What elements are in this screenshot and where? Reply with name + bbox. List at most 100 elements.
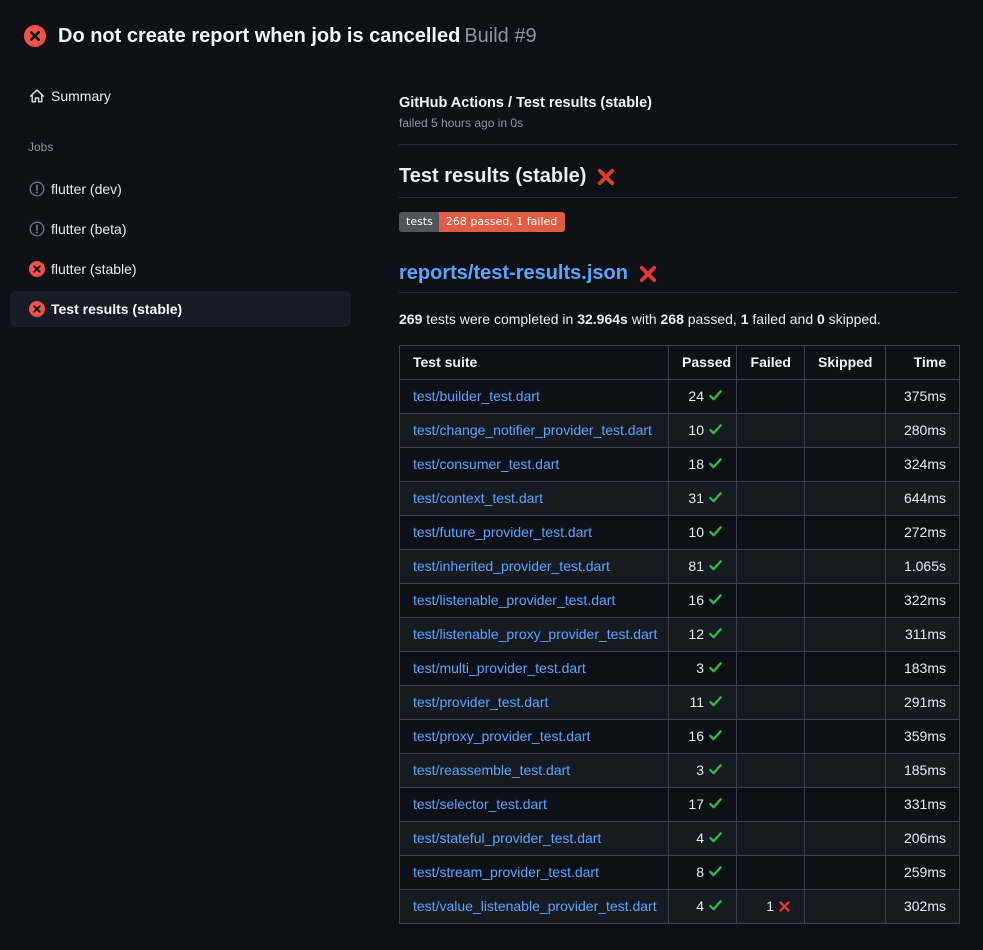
suite-cell: test/builder_test.dart [400,380,669,414]
failed-cell [737,516,805,550]
sidebar-item-test-results-stable[interactable]: Test results (stable) [10,291,351,327]
check-icon [708,456,723,471]
column-header-test-suite: Test suite [400,346,669,380]
suite-link[interactable]: test/listenable_provider_test.dart [413,592,615,608]
suite-link[interactable]: test/listenable_proxy_provider_test.dart [413,626,657,642]
suite-link[interactable]: test/value_listenable_provider_test.dart [413,898,657,914]
failed-cell [737,856,805,890]
suite-link[interactable]: test/consumer_test.dart [413,456,559,472]
sidebar-item-summary[interactable]: Summary [10,78,351,114]
skipped-cell [805,686,886,720]
passed-cell: 10 [669,516,737,550]
time-cell: 322ms [886,584,960,618]
column-header-skipped: Skipped [805,346,886,380]
suite-cell: test/provider_test.dart [400,686,669,720]
failed-circle-icon [24,25,46,47]
passed-cell: 4 [669,890,737,924]
results-table-body: test/builder_test.dart 24 375ms test/cha… [400,380,960,924]
suite-cell: test/stream_provider_test.dart [400,856,669,890]
time-cell: 272ms [886,516,960,550]
skipped-cell [805,482,886,516]
failed-circle-icon [29,301,45,317]
suite-link[interactable]: test/inherited_provider_test.dart [413,558,610,574]
suite-cell: test/future_provider_test.dart [400,516,669,550]
failed-cell: 1 [737,890,805,924]
suite-link[interactable]: test/future_provider_test.dart [413,524,592,540]
time-cell: 259ms [886,856,960,890]
check-icon [708,422,723,437]
passed-cell: 3 [669,652,737,686]
time-cell: 302ms [886,890,960,924]
suite-link[interactable]: test/provider_test.dart [413,694,548,710]
check-icon [708,864,723,879]
skipped-cell [805,516,886,550]
failed-x-icon [638,264,658,284]
suite-cell: test/reassemble_test.dart [400,754,669,788]
suite-link[interactable]: test/multi_provider_test.dart [413,660,586,676]
suite-link[interactable]: test/stream_provider_test.dart [413,864,599,880]
suite-link[interactable]: test/stateful_provider_test.dart [413,830,601,846]
check-icon [708,898,723,913]
sidebar: Summary Jobs flutter (dev) flutter (beta… [0,56,389,331]
cancelled-icon [29,221,45,237]
table-row: test/future_provider_test.dart 10 272ms [400,516,960,550]
sidebar-item-flutter-stable[interactable]: flutter (stable) [10,251,351,287]
failed-circle-icon [29,261,45,277]
check-icon [708,694,723,709]
passed-cell: 3 [669,754,737,788]
sidebar-item-label: flutter (dev) [51,181,122,197]
skipped-cell [805,448,886,482]
failed-cell [737,788,805,822]
suite-link[interactable]: test/selector_test.dart [413,796,547,812]
suite-cell: test/value_listenable_provider_test.dart [400,890,669,924]
table-row: test/consumer_test.dart 18 324ms [400,448,960,482]
suite-link[interactable]: test/builder_test.dart [413,388,540,404]
column-header-failed: Failed [737,346,805,380]
suite-link[interactable]: test/reassemble_test.dart [413,762,570,778]
passed-cell: 4 [669,822,737,856]
skipped-cell [805,890,886,924]
breadcrumb: GitHub Actions / Test results (stable) [399,95,958,111]
table-row: test/inherited_provider_test.dart 81 1.0… [400,550,960,584]
sidebar-item-flutter-dev[interactable]: flutter (dev) [10,171,351,207]
build-number: Build #9 [464,25,536,47]
passed-cell: 18 [669,448,737,482]
table-row: test/listenable_proxy_provider_test.dart… [400,618,960,652]
check-icon [708,388,723,403]
check-icon [708,558,723,573]
time-cell: 331ms [886,788,960,822]
suite-link[interactable]: test/context_test.dart [413,490,543,506]
skipped-cell [805,380,886,414]
sidebar-item-flutter-beta[interactable]: flutter (beta) [10,211,351,247]
time-cell: 280ms [886,414,960,448]
report-link[interactable]: reports/test-results.json [399,262,628,285]
failed-cell [737,618,805,652]
table-row: test/stream_provider_test.dart 8 259ms [400,856,960,890]
badge-value: 268 passed, 1 failed [439,212,565,232]
sidebar-item-label: flutter (beta) [51,221,126,237]
suite-link[interactable]: test/change_notifier_provider_test.dart [413,422,652,438]
check-icon [708,524,723,539]
home-icon [29,88,45,104]
failed-cell [737,686,805,720]
failed-cell [737,380,805,414]
failed-cell [737,822,805,856]
table-row: test/builder_test.dart 24 375ms [400,380,960,414]
time-cell: 206ms [886,822,960,856]
suite-cell: test/change_notifier_provider_test.dart [400,414,669,448]
check-icon [708,830,723,845]
suite-link[interactable]: test/proxy_provider_test.dart [413,728,590,744]
sidebar-item-label: flutter (stable) [51,261,137,277]
passed-cell: 8 [669,856,737,890]
run-title: Do not create report when job is cancell… [58,25,460,47]
passed-cell: 11 [669,686,737,720]
suite-cell: test/consumer_test.dart [400,448,669,482]
suite-cell: test/inherited_provider_test.dart [400,550,669,584]
page-title: Do not create report when job is cancell… [58,25,537,48]
time-cell: 291ms [886,686,960,720]
failed-cell [737,720,805,754]
passed-cell: 16 [669,720,737,754]
skipped-cell [805,788,886,822]
passed-cell: 17 [669,788,737,822]
time-cell: 185ms [886,754,960,788]
